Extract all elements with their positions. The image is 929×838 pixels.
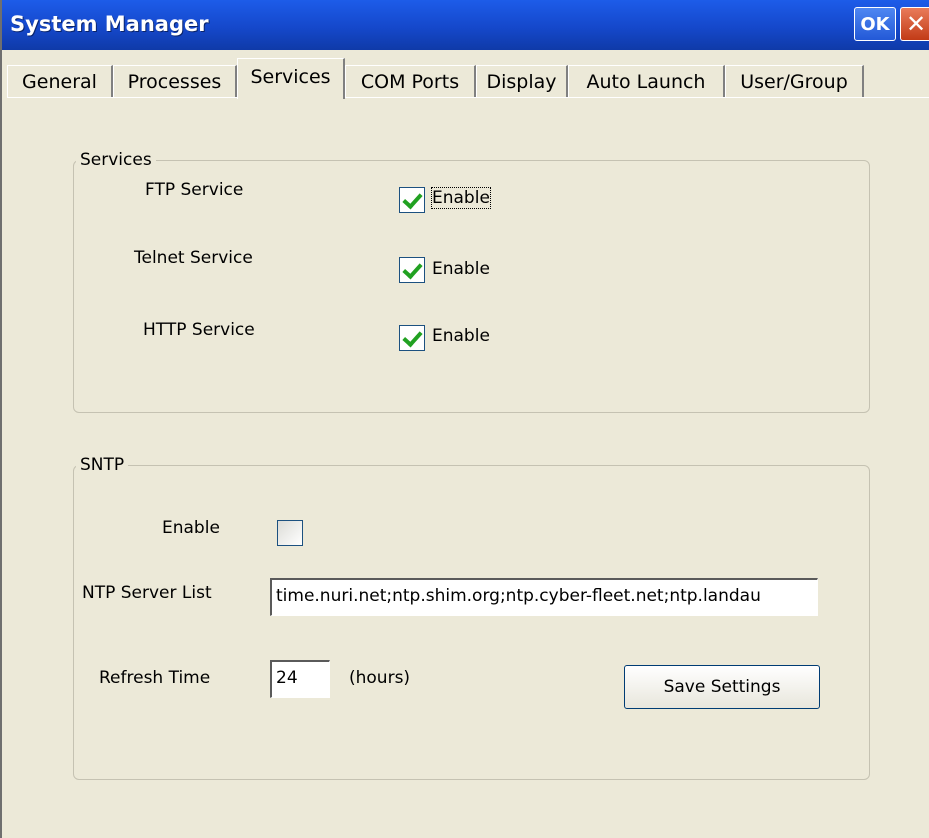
- http-enable-checkbox[interactable]: [399, 325, 425, 351]
- ok-button[interactable]: OK: [854, 7, 896, 41]
- sntp-group-label: SNTP: [76, 455, 129, 475]
- title-bar[interactable]: System Manager OK ✕: [2, 0, 929, 50]
- save-settings-button[interactable]: Save Settings: [624, 665, 820, 709]
- sntp-enable-label: Enable: [162, 518, 220, 538]
- close-icon[interactable]: ✕: [900, 7, 929, 41]
- refresh-unit-label: (hours): [349, 668, 411, 688]
- tab-auto-launch[interactable]: Auto Launch: [568, 65, 725, 98]
- ftp-enable-checkbox[interactable]: [399, 187, 425, 213]
- window-left-edge: [0, 0, 2, 838]
- window-title: System Manager: [10, 12, 209, 36]
- refresh-time-label: Refresh Time: [99, 668, 211, 688]
- tab-display[interactable]: Display: [476, 65, 568, 98]
- telnet-service-label: Telnet Service: [134, 248, 253, 268]
- tab-processes[interactable]: Processes: [113, 65, 237, 98]
- ntp-server-list-input[interactable]: time.nuri.net;ntp.shim.org;ntp.cyber-fle…: [270, 578, 818, 616]
- ntp-server-list-label: NTP Server List: [82, 583, 212, 603]
- ftp-enable-label[interactable]: Enable: [431, 187, 491, 209]
- http-service-label: HTTP Service: [143, 320, 255, 340]
- tab-general[interactable]: General: [7, 65, 113, 98]
- http-enable-label[interactable]: Enable: [432, 326, 490, 346]
- tab-user-group[interactable]: User/Group: [725, 65, 864, 98]
- services-group-label: Services: [76, 150, 156, 170]
- tab-strip: General Processes Services COM Ports Dis…: [7, 58, 929, 99]
- telnet-enable-checkbox[interactable]: [399, 257, 425, 283]
- sntp-enable-checkbox[interactable]: [277, 520, 303, 546]
- tab-com-ports[interactable]: COM Ports: [345, 65, 476, 98]
- sntp-group: [73, 465, 870, 780]
- tab-services[interactable]: Services: [237, 58, 345, 99]
- ftp-service-label: FTP Service: [145, 180, 244, 200]
- telnet-enable-label[interactable]: Enable: [432, 259, 490, 279]
- refresh-time-input[interactable]: 24: [270, 660, 330, 698]
- tab-divider: [7, 97, 929, 98]
